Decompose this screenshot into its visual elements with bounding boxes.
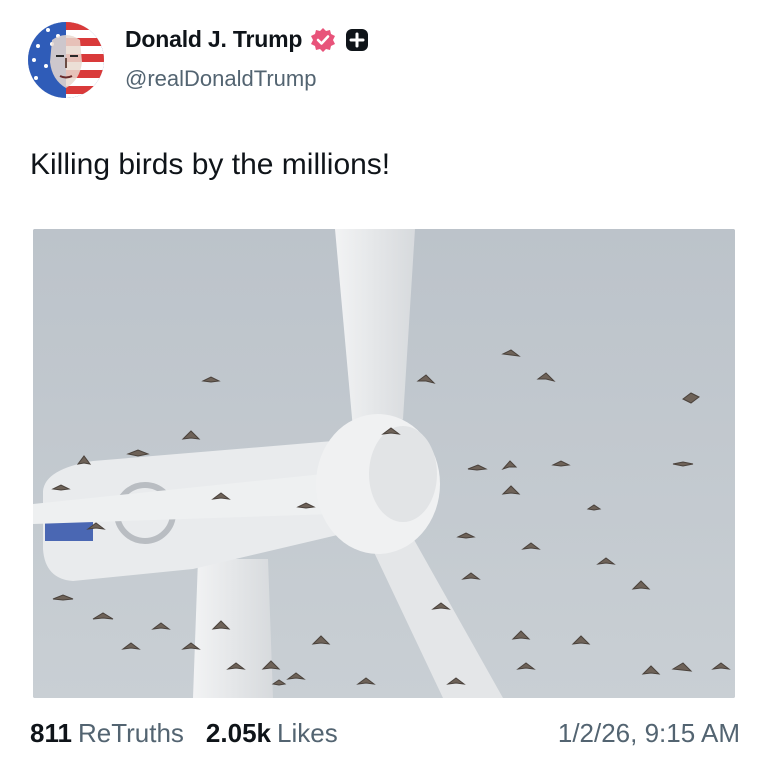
verified-badge-icon [311,27,336,52]
author-row: Donald J. Trump [125,26,369,53]
author-handle[interactable]: @realDonaldTrump [125,66,316,92]
post-image[interactable] [33,229,735,698]
post-footer: 811 ReTruths 2.05k Likes 1/2/26, 9:15 AM [30,718,740,749]
wind-turbine-photo-icon [33,229,735,698]
likes-stat[interactable]: 2.05k Likes [206,718,338,749]
retruths-label: ReTruths [77,718,184,748]
plus-badge-icon [346,28,369,51]
likes-count: 2.05k [205,718,271,748]
post-timestamp[interactable]: 1/2/26, 9:15 AM [558,718,740,749]
post-text: Killing birds by the millions! [30,148,391,181]
author-name[interactable]: Donald J. Trump [125,26,302,53]
flag-portrait-icon [28,22,104,98]
likes-label: Likes [277,718,338,748]
retruths-stat[interactable]: 811 ReTruths [30,718,184,749]
avatar[interactable] [28,22,104,98]
retruths-count: 811 [30,718,72,748]
